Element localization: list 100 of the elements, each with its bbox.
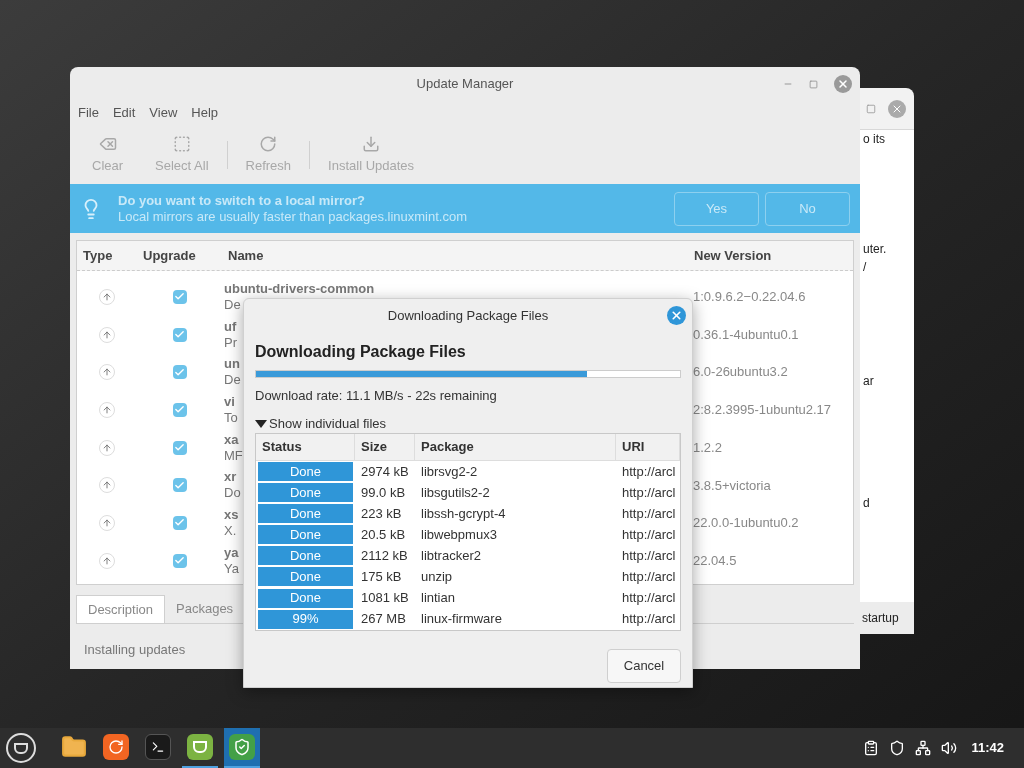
download-icon (362, 134, 381, 153)
menu-item[interactable]: File (78, 103, 99, 123)
status-cell: Done (258, 546, 353, 566)
checkbox[interactable] (172, 553, 187, 568)
package-description: De (224, 296, 241, 313)
dialog-title: Downloading Package Files (387, 306, 549, 325)
checkbox[interactable] (172, 402, 187, 417)
size-cell-text: 267 MB (360, 610, 407, 629)
package-name: ya (224, 544, 239, 561)
column-header[interactable]: Type (77, 245, 137, 266)
text-fragment: d (863, 495, 870, 512)
status-cell: Done (258, 504, 353, 524)
status-cell: Done (258, 588, 353, 608)
package-description: Ya (224, 560, 239, 577)
shield-icon[interactable] (889, 740, 906, 756)
clipboard-icon[interactable] (863, 740, 880, 756)
maximize-icon[interactable] (809, 79, 818, 89)
uri-cell-text: http://arcl (621, 589, 676, 608)
size-cell-text: 1081 kB (360, 589, 410, 608)
package-cell-text: libsgutils2-2 (420, 484, 491, 503)
status-cell: Done (258, 462, 353, 482)
volume-icon[interactable] (941, 740, 958, 756)
package-name: xs (224, 506, 239, 523)
package-description: De (224, 372, 241, 389)
uri-cell-text: http://arcl (621, 484, 676, 503)
version-cell-text: 1.2.2 (692, 438, 722, 457)
column-header[interactable]: Size (355, 433, 415, 461)
package-cell-text: unzip (420, 568, 454, 587)
version-cell-text: 2:8.2.3995-1ubuntu2.17 (692, 401, 832, 420)
text-fragment: / (863, 259, 867, 276)
close-icon[interactable] (888, 99, 906, 118)
info-message: Local mirrors are usually faster than packages.linuxmint.com (118, 208, 468, 225)
menu-item[interactable]: Edit (112, 103, 136, 123)
version-cell-text: 6.0-26ubuntu3.2 (692, 363, 788, 382)
uri-cell-text: http://arcl (621, 526, 676, 545)
version-cell-text: 22.04.5 (692, 551, 737, 570)
dashed-square-icon (172, 134, 191, 153)
size-cell-text: 2112 kB (360, 547, 409, 566)
folder-icon (61, 734, 87, 760)
status-cell: 99% (258, 609, 353, 629)
text-fragment: ar (863, 373, 874, 390)
package-description: Do (224, 485, 241, 502)
uri-cell-text: http://arcl (621, 610, 676, 629)
text-fragment: uter. (863, 241, 887, 258)
checkbox[interactable] (172, 478, 187, 493)
column-header[interactable]: Package (415, 433, 616, 461)
column-header[interactable]: Upgrade (137, 245, 222, 266)
package-description: MF (224, 447, 243, 464)
status-cell: Done (258, 483, 353, 503)
checkbox[interactable] (172, 289, 187, 304)
package-cell-text: librsvg2-2 (420, 463, 479, 482)
uri-cell-text: http://arcl (621, 547, 676, 566)
status-cell: Done (258, 567, 353, 587)
package-description: X. (224, 522, 237, 539)
package-cell-text: libtracker2 (420, 547, 482, 566)
package-cell-text: libssh-gcrypt-4 (420, 505, 507, 524)
close-icon[interactable] (667, 306, 686, 325)
refresh-icon (259, 134, 278, 153)
checkbox[interactable] (172, 327, 187, 342)
package-description: Pr (224, 334, 237, 351)
uri-cell-text: http://arcl (621, 505, 676, 524)
info-title: Do you want to switch to a local mirror? (118, 192, 367, 209)
package-cell-text: linux-firmware (420, 610, 503, 629)
text-fragment: o its (863, 131, 885, 148)
menu-logo-icon[interactable] (6, 733, 36, 763)
checkbox[interactable] (172, 515, 187, 530)
package-name: uf (224, 318, 237, 335)
text-fragment: startup (862, 610, 899, 627)
column-header[interactable]: Name (222, 245, 688, 266)
shield-icon (229, 734, 255, 760)
package-description: To (224, 409, 238, 426)
network-icon[interactable] (915, 740, 932, 756)
close-icon[interactable] (834, 75, 852, 93)
column-header[interactable]: URI (616, 433, 680, 461)
package-name: xr (224, 469, 237, 486)
uri-cell-text: http://arcl (621, 568, 676, 587)
package-name: un (224, 356, 240, 373)
maximize-icon[interactable] (866, 103, 876, 114)
terminal-icon (145, 734, 171, 760)
size-cell-text: 175 kB (360, 568, 403, 587)
version-cell-text: 3.8.5+victoria (692, 476, 771, 495)
package-cell-text: libwebpmux3 (420, 526, 498, 545)
package-cell-text: lintian (420, 589, 456, 608)
size-cell-text: 2974 kB (360, 463, 410, 482)
version-cell-text: 1:0.9.6.2−0.22.04.6 (692, 288, 806, 307)
menu-item[interactable]: Help (191, 103, 219, 123)
package-name: ubuntu-drivers-common (224, 280, 375, 297)
tab[interactable]: Description (76, 595, 166, 623)
size-cell-text: 20.5 kB (360, 526, 407, 545)
version-cell-text: 22.0.0-1ubuntu0.2 (692, 514, 799, 533)
package-name: xa (224, 431, 239, 448)
checkbox[interactable] (172, 365, 187, 380)
column-header[interactable]: New Version (688, 245, 772, 266)
menu-item[interactable]: View (149, 103, 178, 123)
mint-icon (187, 734, 213, 760)
clock[interactable]: 11:42 (971, 738, 1004, 758)
uri-cell-text: http://arcl (621, 463, 676, 482)
column-header[interactable]: Status (256, 433, 355, 461)
checkbox[interactable] (172, 440, 187, 455)
cancel-button[interactable]: Cancel (607, 648, 681, 683)
